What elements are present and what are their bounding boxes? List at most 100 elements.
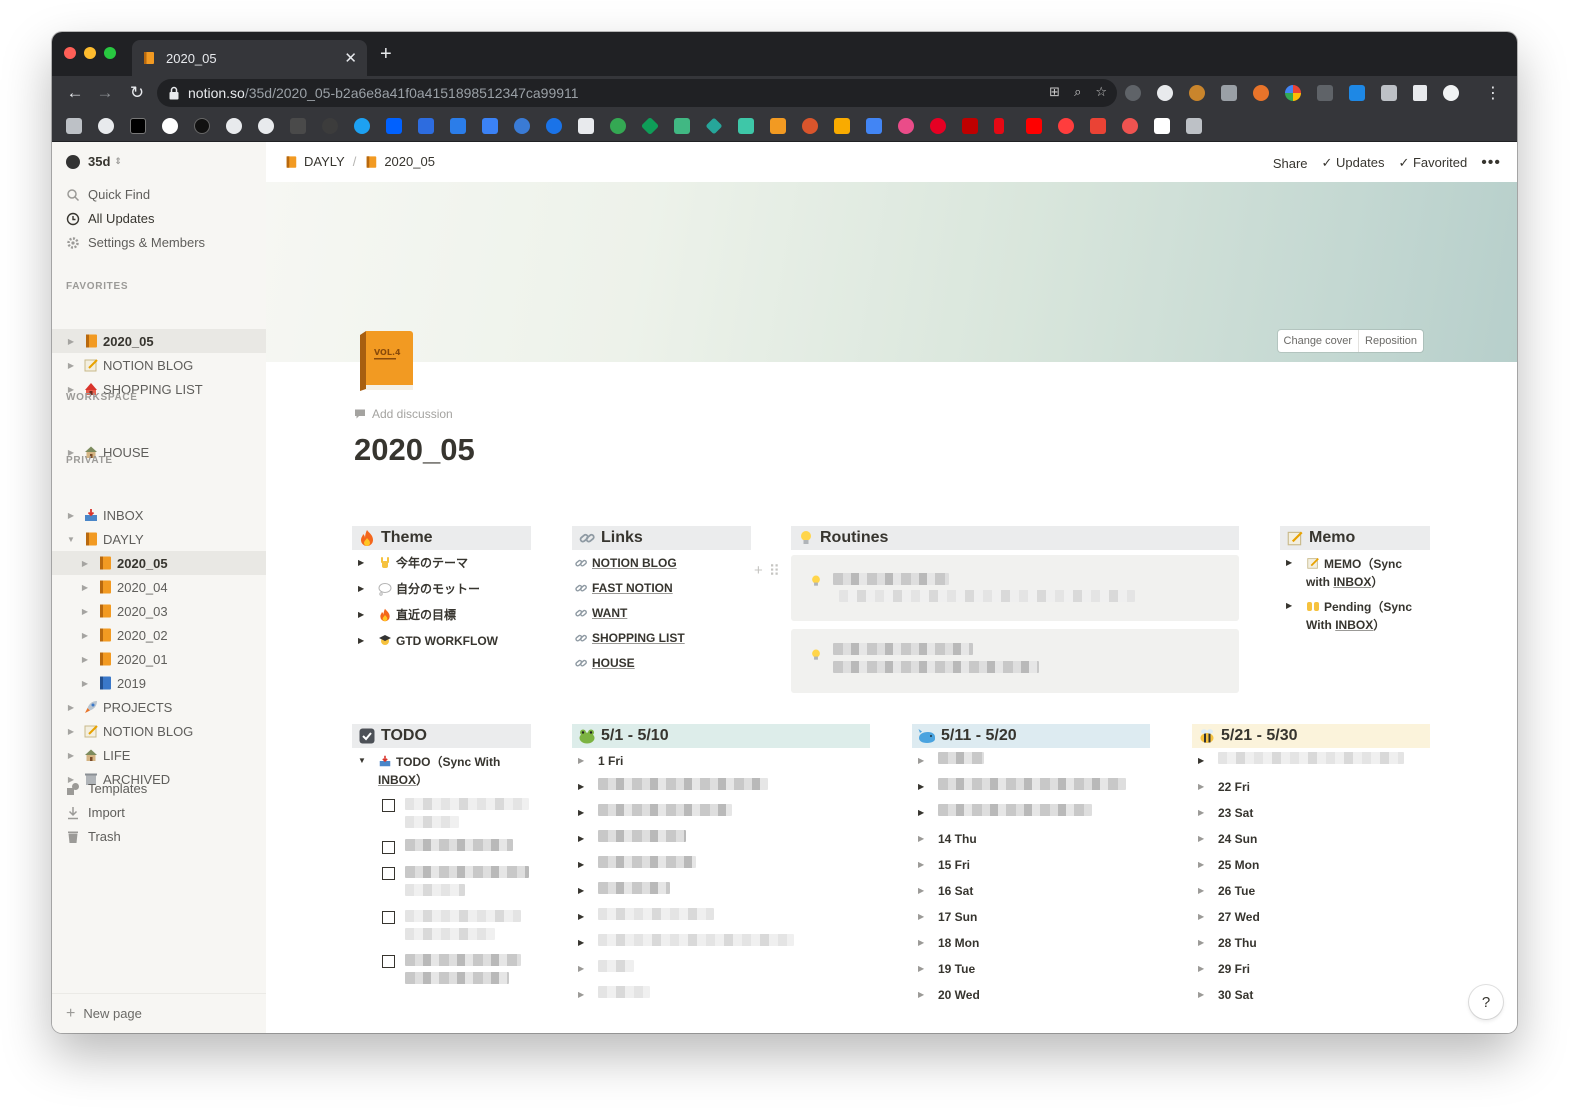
caret-right-icon[interactable]: ▶ (918, 856, 928, 874)
caret-right-icon[interactable]: ▶ (918, 752, 928, 770)
caret-right-icon[interactable]: ▶ (578, 856, 588, 874)
gmail-icon[interactable] (1090, 118, 1106, 134)
youtube-icon[interactable] (1026, 118, 1042, 134)
bookmark-icon[interactable] (610, 118, 626, 134)
zoom-icon[interactable]: ⌕ (1074, 84, 1081, 100)
extension-icon[interactable] (1221, 85, 1237, 101)
caret-right-icon[interactable]: ▶ (1286, 554, 1296, 572)
todo-checkbox[interactable] (382, 955, 395, 968)
day-toggle[interactable]: ▶ 16 Sat (912, 882, 1150, 908)
reading-list-icon[interactable] (1413, 85, 1427, 101)
caret-right-icon[interactable]: ▶ (1198, 752, 1208, 770)
google-icon[interactable] (1285, 85, 1301, 101)
sidebar-item-dayly[interactable]: ▼ DAYLY (52, 527, 266, 551)
caret-right-icon[interactable]: ▶ (578, 908, 588, 926)
caret-right-icon[interactable]: ▶ (578, 778, 588, 796)
caret-right-icon[interactable]: ▶ (578, 804, 588, 822)
sidebar-item-2020-03[interactable]: ▶ 2020_03 (52, 599, 266, 623)
bookmark-icon[interactable] (770, 118, 786, 134)
amazon-icon[interactable] (1154, 118, 1170, 134)
link-item[interactable]: NOTION BLOG (572, 554, 751, 579)
reposition-button[interactable]: Reposition (1358, 330, 1423, 352)
sidebar-item-2020-02[interactable]: ▶ 2020_02 (52, 623, 266, 647)
day-toggle[interactable]: ▶ (912, 752, 1150, 778)
caret-right-icon[interactable]: ▶ (80, 679, 90, 688)
import-button[interactable]: Import (66, 805, 125, 820)
reload-icon[interactable]: ↻ (126, 82, 148, 104)
link-fast-notion[interactable]: FAST NOTION (592, 579, 673, 597)
range-5-11-heading[interactable]: 5/11 - 5/20 (912, 724, 1150, 748)
link-shopping-list[interactable]: SHOPPING LIST (592, 629, 685, 647)
toggle-item[interactable]: ▶ Pending（Sync With INBOX） (1280, 597, 1430, 634)
favorited-button[interactable]: ✓ Favorited (1398, 155, 1467, 171)
day-toggle[interactable]: ▶ 17 Sun (912, 908, 1150, 934)
link-item[interactable]: FAST NOTION (572, 579, 751, 604)
day-toggle[interactable]: ▶ (572, 986, 870, 1012)
change-cover-button[interactable]: Change cover (1278, 330, 1359, 352)
caret-right-icon[interactable]: ▶ (918, 882, 928, 900)
plus-icon[interactable]: + (754, 562, 763, 580)
caret-right-icon[interactable]: ▶ (1198, 960, 1208, 978)
caret-right-icon[interactable]: ▶ (578, 934, 588, 952)
day-toggle[interactable]: ▶ (572, 882, 870, 908)
link-want[interactable]: WANT (592, 604, 627, 622)
back-icon[interactable]: ← (64, 82, 86, 104)
toggle-item[interactable]: ▶ GTD WORKFLOW (352, 632, 531, 658)
bookmark-icon[interactable] (162, 118, 178, 134)
caret-right-icon[interactable]: ▶ (918, 908, 928, 926)
link-item[interactable]: WANT (572, 604, 751, 629)
address-bar[interactable]: notion.so/35d/2020_05-b2a6e8a41f0a415189… (157, 79, 1117, 107)
bookmark-icon[interactable] (194, 118, 210, 134)
folder-icon[interactable] (66, 118, 82, 134)
day-toggle[interactable]: ▶ (572, 960, 870, 986)
bookmark-icon[interactable] (98, 118, 114, 134)
new-page-button[interactable]: + New page (52, 993, 266, 1033)
caret-down-icon[interactable]: ▼ (358, 752, 368, 770)
settings-button[interactable]: Settings & Members (66, 235, 205, 250)
toggle-item[interactable]: ▶ MEMO（Sync with INBOX） (1280, 554, 1430, 591)
caret-right-icon[interactable]: ▶ (918, 986, 928, 1004)
share-button[interactable]: Share (1273, 156, 1308, 171)
day-toggle[interactable]: ▶ (572, 934, 870, 960)
extension-icon[interactable] (1349, 85, 1365, 101)
caret-right-icon[interactable]: ▶ (918, 830, 928, 848)
caret-right-icon[interactable]: ▶ (66, 337, 76, 346)
bookmark-star-icon[interactable]: ☆ (1095, 84, 1107, 100)
zoom-window-button[interactable] (104, 47, 116, 59)
day-toggle[interactable]: ▶ (572, 778, 870, 804)
caret-right-icon[interactable]: ▶ (1198, 908, 1208, 926)
caret-right-icon[interactable]: ▶ (578, 752, 588, 770)
bookmark-icon[interactable] (130, 118, 146, 134)
bookmark-icon[interactable] (640, 116, 660, 136)
vue-icon[interactable] (674, 118, 690, 134)
minimize-window-button[interactable] (84, 47, 96, 59)
bookmark-icon[interactable] (450, 118, 466, 134)
sidebar-item-2020-05[interactable]: ▶ 2020_05 (52, 329, 266, 353)
workspace-switcher[interactable]: 35d ⇕ (66, 154, 122, 169)
translate-icon[interactable]: ⊞ (1049, 84, 1060, 100)
bookmark-icon[interactable] (898, 118, 914, 134)
folder-icon[interactable] (1186, 118, 1202, 134)
toggle-item[interactable]: ▶ 直近の目標 (352, 606, 531, 632)
caret-down-icon[interactable]: ▼ (66, 535, 76, 544)
link-item[interactable]: HOUSE (572, 654, 751, 679)
twitter-icon[interactable] (354, 118, 370, 134)
bookmark-icon[interactable] (418, 118, 434, 134)
forward-icon[interactable]: → (94, 82, 116, 104)
bookmark-icon[interactable] (738, 118, 754, 134)
bookmark-icon[interactable] (1058, 118, 1074, 134)
netflix-icon[interactable] (994, 118, 1004, 134)
extension-icon[interactable] (1253, 85, 1269, 101)
page-title[interactable]: 2020_05 (354, 432, 475, 468)
more-options-icon[interactable]: ••• (1481, 154, 1501, 172)
toggle-item[interactable]: ▶ 今年のテーマ (352, 554, 531, 580)
sidebar-item-2020-04[interactable]: ▶ 2020_04 (52, 575, 266, 599)
caret-right-icon[interactable]: ▶ (80, 559, 90, 568)
day-toggle[interactable]: ▶ (912, 778, 1150, 804)
inbox-link[interactable]: INBOX (1335, 618, 1373, 632)
bookmark-icon[interactable] (322, 118, 338, 134)
block-handle[interactable]: + ⠿ (754, 562, 780, 580)
inbox-link[interactable]: INBOX (1333, 575, 1371, 589)
breadcrumb-2020-05[interactable]: 2020_05 (384, 154, 435, 169)
browser-tab[interactable]: 2020_05 ✕ (132, 40, 367, 76)
